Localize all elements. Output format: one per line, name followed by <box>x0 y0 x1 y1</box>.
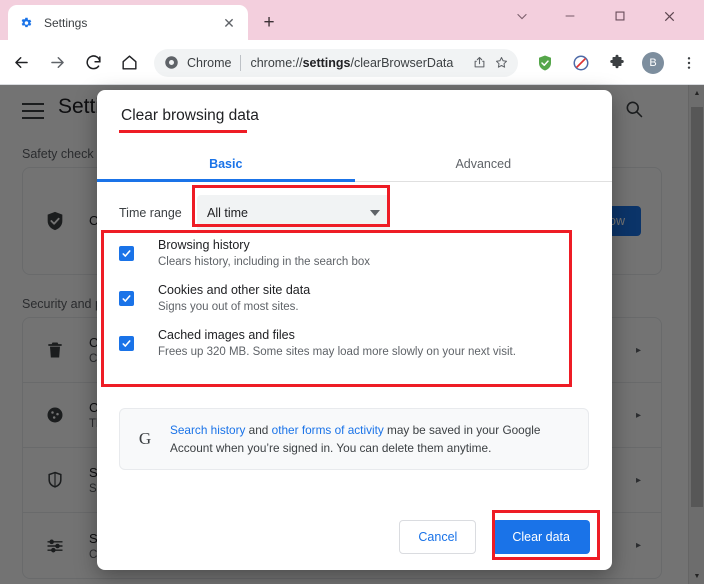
tab-title: Settings <box>44 15 88 30</box>
checkbox-title: Browsing history <box>158 238 250 252</box>
annotation-box-clear-data <box>492 510 600 560</box>
google-account-note: G Search history and other forms of acti… <box>119 408 589 470</box>
checkbox-title: Cached images and files <box>158 328 295 342</box>
checkbox-subtitle: Clears history, including in the search … <box>158 256 371 268</box>
checkbox-title: Cookies and other site data <box>158 283 311 297</box>
forward-icon[interactable] <box>42 48 72 78</box>
chrome-icon <box>164 55 180 71</box>
other-activity-link[interactable]: other forms of activity <box>272 423 384 437</box>
google-g-icon: G <box>138 429 152 448</box>
annotation-underline-title <box>119 130 247 133</box>
clear-browsing-data-dialog: Clear browsing data Basic Advanced Time … <box>97 90 612 570</box>
title-bar: Settings ✕ + <box>0 0 704 40</box>
adblock-icon[interactable] <box>566 48 596 78</box>
dialog-title: Clear browsing data <box>121 107 259 124</box>
browser-window: Settings ✕ + Chrome chrome://settings/cl… <box>0 0 704 584</box>
dialog-tabs: Basic Advanced <box>97 147 612 182</box>
bookmark-star-icon[interactable] <box>490 52 512 74</box>
gear-icon <box>18 15 34 31</box>
avatar-letter: B <box>642 51 664 74</box>
note-mid: and <box>245 422 272 437</box>
tab-advanced[interactable]: Advanced <box>355 147 613 181</box>
url-bold-part: settings <box>302 55 351 70</box>
time-range-label: Time range <box>119 206 182 220</box>
search-history-link[interactable]: Search history <box>170 423 245 437</box>
back-icon[interactable] <box>6 48 36 78</box>
checkbox-subtitle: Signs you out of most sites. <box>158 301 299 313</box>
omnibox-url[interactable]: chrome://settings/clearBrowserData <box>250 56 468 70</box>
omnibox-divider <box>240 54 242 71</box>
minimize-icon[interactable] <box>547 0 592 32</box>
chevron-down-icon[interactable] <box>499 0 544 32</box>
browser-toolbar: Chrome chrome://settings/clearBrowserDat… <box>0 40 704 85</box>
checkbox-checked-icon[interactable] <box>119 246 134 261</box>
checkbox-group: Browsing history Clears history, includi… <box>119 238 579 373</box>
avatar[interactable]: B <box>638 48 668 78</box>
browser-menu-icon[interactable] <box>674 48 704 78</box>
annotation-box-time-range <box>192 185 390 227</box>
close-icon[interactable]: ✕ <box>220 14 238 32</box>
home-icon[interactable] <box>114 48 144 78</box>
cancel-button[interactable]: Cancel <box>399 520 477 554</box>
checkbox-subtitle: Frees up 320 MB. Some sites may load mor… <box>158 346 516 358</box>
omnibox-site-label: Chrome <box>187 55 232 70</box>
maximize-icon[interactable] <box>597 0 642 32</box>
puzzle-extensions-icon[interactable] <box>602 48 632 78</box>
adguard-shield-icon[interactable] <box>530 48 560 78</box>
checkbox-item-cookies[interactable]: Cookies and other site data Signs you ou… <box>119 283 579 313</box>
window-close-icon[interactable] <box>647 0 692 32</box>
browser-tab-settings[interactable]: Settings ✕ <box>8 5 248 40</box>
checkbox-item-browsing-history[interactable]: Browsing history Clears history, includi… <box>119 238 579 268</box>
tab-basic[interactable]: Basic <box>97 147 355 182</box>
new-tab-button[interactable]: + <box>258 11 280 33</box>
url-suffix: /clearBrowserData <box>350 55 454 70</box>
url-prefix: chrome:// <box>250 55 303 70</box>
checkbox-item-cached-images[interactable]: Cached images and files Frees up 320 MB.… <box>119 328 579 358</box>
address-bar[interactable]: Chrome chrome://settings/clearBrowserDat… <box>154 48 518 77</box>
share-icon[interactable] <box>468 52 490 74</box>
checkbox-checked-icon[interactable] <box>119 336 134 351</box>
google-note-text: Search history and other forms of activi… <box>170 421 574 458</box>
checkbox-checked-icon[interactable] <box>119 291 134 306</box>
reload-icon[interactable] <box>78 48 108 78</box>
